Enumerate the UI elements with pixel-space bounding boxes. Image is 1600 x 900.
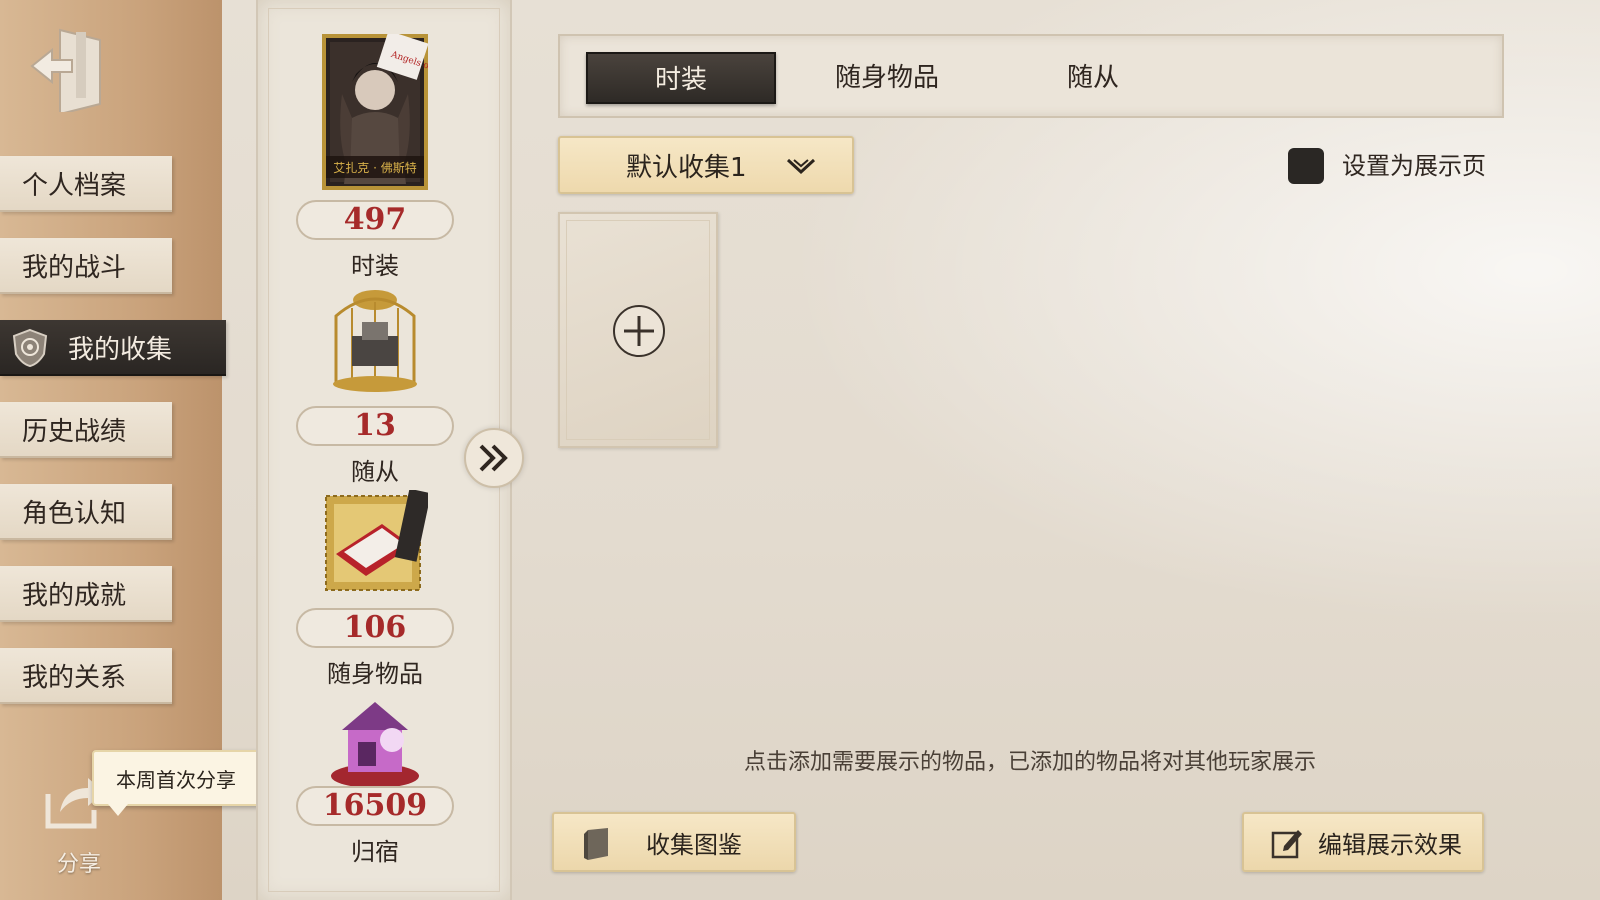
tab-label: 随从 <box>1066 63 1119 93</box>
nav-item-label: 我的战斗 <box>22 252 127 283</box>
costume-label: 时装 <box>351 252 399 280</box>
costume-caption: 艾扎克 · 佛斯特 <box>333 160 416 175</box>
companion-cage-icon[interactable] <box>322 286 428 394</box>
companion-label: 随从 <box>351 458 399 486</box>
residence-count: 16509 <box>296 786 454 826</box>
nav-item-profile[interactable]: 个人档案 <box>0 156 172 212</box>
nav-item-label: 我的成就 <box>22 580 127 611</box>
costume-count: 497 <box>296 200 454 240</box>
nav-item-character-knowledge[interactable]: 角色认知 <box>0 484 172 540</box>
tab-label: 随身物品 <box>834 63 939 93</box>
edit-pencil-icon <box>1271 830 1302 859</box>
chevron-down-icon <box>786 158 816 175</box>
collection-select[interactable]: 默认收集1 <box>558 136 854 194</box>
set-display-page-checkbox[interactable] <box>1288 148 1324 184</box>
nav-item-my-collection[interactable]: 我的收集 <box>0 320 226 376</box>
emblem-shield-icon <box>12 328 48 368</box>
nav-item-label: 我的收集 <box>68 334 173 365</box>
nav-item-label: 历史战绩 <box>22 416 127 447</box>
tab-costume[interactable]: 时装 <box>586 52 776 104</box>
accessory-book-stamp-icon[interactable] <box>322 490 428 596</box>
expand-panel-button[interactable] <box>464 428 524 488</box>
nav-item-label: 我的关系 <box>22 662 127 693</box>
nav-item-my-battles[interactable]: 我的战斗 <box>0 238 172 294</box>
share-label: 分享 <box>56 852 101 877</box>
costume-portrait-icon[interactable]: Angels of Death 艾扎克 · 佛斯特 <box>322 34 428 190</box>
tab-label: 时装 <box>654 65 707 95</box>
nav-item-relationships[interactable]: 我的关系 <box>0 648 172 704</box>
add-display-item-slot[interactable] <box>558 212 718 448</box>
edit-display-effect-button[interactable]: 编辑展示效果 <box>1242 812 1484 872</box>
plus-circle-icon <box>613 305 665 357</box>
edit-display-effect-label: 编辑展示效果 <box>1318 830 1462 859</box>
collection-select-value: 默认收集1 <box>626 152 747 183</box>
display-hint-text: 点击添加需要展示的物品，已添加的物品将对其他玩家展示 <box>743 750 1316 775</box>
accessory-count: 106 <box>296 608 454 648</box>
companion-count: 13 <box>296 406 454 446</box>
set-display-page-label: 设置为展示页 <box>1342 152 1486 180</box>
book-icon <box>584 828 608 860</box>
collection-guide-label: 收集图鉴 <box>646 830 742 859</box>
nav-item-history[interactable]: 历史战绩 <box>0 402 172 458</box>
category-tab-bar: 时装 随身物品 随从 <box>558 34 1504 118</box>
nav-item-achievements[interactable]: 我的成就 <box>0 566 172 622</box>
accessory-label: 随身物品 <box>327 660 423 688</box>
tab-companions[interactable]: 随从 <box>998 52 1188 104</box>
exit-icon[interactable] <box>30 22 110 112</box>
residence-label: 归宿 <box>351 838 399 866</box>
tab-accessories[interactable]: 随身物品 <box>792 52 982 104</box>
double-chevron-right-icon <box>479 444 508 472</box>
nav-item-label: 个人档案 <box>22 170 127 201</box>
collection-guide-button[interactable]: 收集图鉴 <box>552 812 796 872</box>
residence-icon[interactable] <box>322 696 428 792</box>
nav-item-label: 角色认知 <box>22 498 127 529</box>
share-tip-text: 本周首次分享 <box>116 767 236 792</box>
